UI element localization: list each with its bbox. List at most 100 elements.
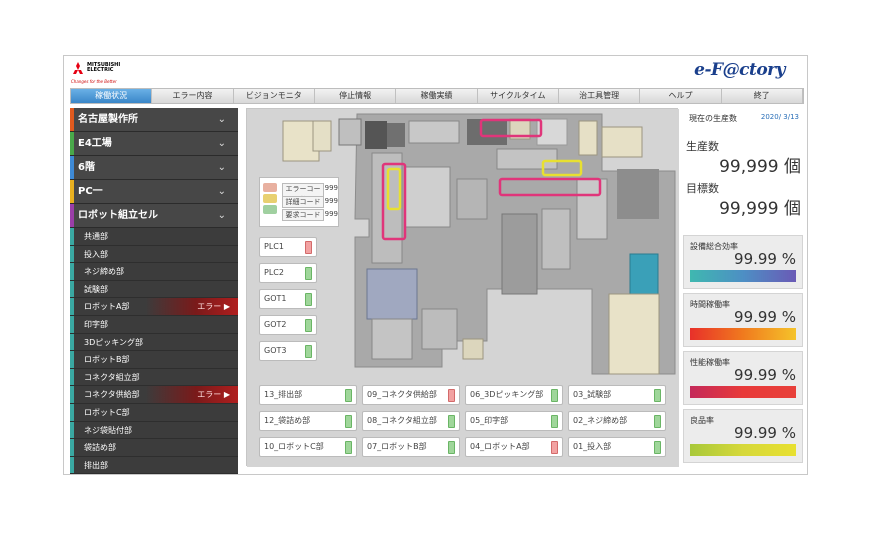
nav-tab[interactable]: 終了 <box>722 89 803 103</box>
controller-status[interactable]: GOT1 <box>259 289 317 309</box>
controller-status[interactable]: GOT3 <box>259 341 317 361</box>
item-label: ロボットA部 <box>84 302 130 312</box>
sidebar-item[interactable]: 袋詰め部 <box>70 439 238 457</box>
item-label: ネジ締め部 <box>84 267 124 277</box>
section-label: PC一 <box>78 186 103 197</box>
sidebar-item[interactable]: 試験部 <box>70 280 238 299</box>
cell-status[interactable]: 01_投入部 <box>568 437 666 457</box>
cell-status[interactable]: 13_排出部 <box>259 385 357 405</box>
section-color-bar <box>70 156 74 179</box>
cell-label: 09_コネクタ供給部 <box>367 390 437 399</box>
metric-label: 時間稼働率 <box>690 300 730 309</box>
section-color-bar <box>70 180 74 203</box>
cell-status[interactable]: 08_コネクタ組立部 <box>362 411 460 431</box>
sidebar-item[interactable]: ネジ締め部 <box>70 263 238 281</box>
sidebar-item[interactable]: コネクタ組立部 <box>70 368 238 387</box>
sidebar-item[interactable]: 投入部 <box>70 245 238 264</box>
nav-tab[interactable]: ヘルプ <box>640 89 722 103</box>
cell-status[interactable]: 06_3Dピッキング部 <box>465 385 563 405</box>
cell-label: 03_試験部 <box>573 390 612 399</box>
metric-box: 設備総合効率 99.99 % <box>683 235 803 289</box>
cell-label: 12_袋詰め部 <box>264 416 311 425</box>
item-color-bar <box>70 245 74 263</box>
sidebar-item[interactable]: 印字部 <box>70 315 238 334</box>
cell-status[interactable]: 12_袋詰め部 <box>259 411 357 431</box>
item-label: コネクタ組立部 <box>84 372 140 382</box>
cell-label: 02_ネジ締め部 <box>573 416 628 425</box>
item-label: ネジ袋貼付部 <box>84 425 132 435</box>
logo-line2: ELECTRIC <box>87 67 114 73</box>
status-led-icon <box>551 415 558 428</box>
error-code-panel: エラーコード999詳細コード999要求コード999 <box>259 177 339 227</box>
sidebar-item[interactable]: コネクタ供給部 エラー ▶ <box>70 386 238 404</box>
target-label: 目標数 <box>686 182 719 195</box>
sidebar-section[interactable]: PC一 ⌄ <box>70 180 238 204</box>
error-code-key: 詳細コード <box>282 196 324 208</box>
sidebar-section[interactable]: 名古屋製作所 ⌄ <box>70 108 238 132</box>
sidebar-item[interactable]: ロボットA部 エラー ▶ <box>70 298 238 316</box>
sidebar-section[interactable]: 6階 ⌄ <box>70 156 238 180</box>
item-label: 袋詰め部 <box>84 443 116 453</box>
status-led-icon <box>448 389 455 402</box>
production-date: 2020/ 3/13 <box>760 113 799 121</box>
nav-tab[interactable]: 停止情報 <box>315 89 397 103</box>
nav-tab[interactable]: エラー内容 <box>152 89 234 103</box>
status-led-icon <box>305 241 312 254</box>
triangle-right-icon: ▶ <box>223 302 230 312</box>
item-color-bar <box>70 456 74 474</box>
metric-box: 時間稼働率 99.99 % <box>683 293 803 347</box>
sidebar-item[interactable]: ロボットB部 <box>70 351 238 369</box>
cell-status[interactable]: 04_ロボットA部 <box>465 437 563 457</box>
status-led-icon <box>305 267 312 280</box>
chevron-down-icon: ⌄ <box>217 138 226 149</box>
nav-tab[interactable]: ビジョンモニタ <box>234 89 315 103</box>
production-count-box: 現在の生産数 2020/ 3/13 生産数 99,999 個 目標数 99,99… <box>683 108 803 230</box>
chevron-down-icon: ⌄ <box>217 114 226 125</box>
chevron-down-icon: ⌄ <box>217 186 226 197</box>
item-color-bar <box>70 263 74 280</box>
cell-status[interactable]: 05_印字部 <box>465 411 563 431</box>
sidebar-item[interactable]: ネジ袋貼付部 <box>70 421 238 440</box>
brand-logo: e-F@ctory <box>694 60 785 80</box>
error-label: エラー ▶ <box>197 298 230 315</box>
item-label: 試験部 <box>84 284 108 294</box>
chevron-down-icon: ⌄ <box>217 162 226 173</box>
cell-status[interactable]: 03_試験部 <box>568 385 666 405</box>
cell-label: 06_3Dピッキング部 <box>470 390 544 399</box>
metric-box: 性能稼働率 99.99 % <box>683 351 803 405</box>
section-label: 名古屋製作所 <box>78 114 138 125</box>
metric-gauge-bar <box>690 270 796 282</box>
cell-status[interactable]: 10_ロボットC部 <box>259 437 357 457</box>
cell-status[interactable]: 09_コネクタ供給部 <box>362 385 460 405</box>
status-led-icon <box>305 293 312 306</box>
cell-status[interactable]: 07_ロボットB部 <box>362 437 460 457</box>
sidebar-section[interactable]: E4工場 ⌄ <box>70 132 238 156</box>
sidebar-item[interactable]: 3Dピッキング部 <box>70 333 238 352</box>
production-title: 現在の生産数 <box>689 114 737 123</box>
controller-status[interactable]: GOT2 <box>259 315 317 335</box>
sidebar-item[interactable]: 共通部 <box>70 228 238 246</box>
status-led-icon <box>551 441 558 454</box>
three-diamonds-icon <box>73 62 83 74</box>
nav-tab[interactable]: 稼働実績 <box>396 89 478 103</box>
status-led-icon <box>654 441 661 454</box>
controller-status[interactable]: PLC1 <box>259 237 317 257</box>
main-nav: 稼働状況 エラー内容 ビジョンモニタ 停止情報 稼働実績 サイクルタイム 治工具管理 ヘルプ終… <box>70 88 804 104</box>
sidebar-section[interactable]: ロボット組立セル ⌄ <box>70 204 238 228</box>
nav-tab[interactable]: サイクルタイム <box>478 89 559 103</box>
item-label: 3Dピッキング部 <box>84 337 144 347</box>
target-value: 99,999 個 <box>719 199 801 219</box>
cell-status[interactable]: 02_ネジ締め部 <box>568 411 666 431</box>
status-led-icon <box>448 441 455 454</box>
metric-box: 良品率 99.99 % <box>683 409 803 463</box>
nav-tab[interactable]: 治工具管理 <box>559 89 641 103</box>
nav-tab[interactable]: 稼働状況 <box>71 89 153 103</box>
sidebar-item[interactable]: ロボットC部 <box>70 403 238 422</box>
sidebar-item[interactable]: 排出部 <box>70 456 238 474</box>
metric-label: 性能稼働率 <box>690 358 730 367</box>
section-label: E4工場 <box>78 138 112 149</box>
header: MITSUBISHI ELECTRIC Changes for the Bette… <box>64 56 807 86</box>
section-color-bar <box>70 132 74 155</box>
controller-status[interactable]: PLC2 <box>259 263 317 283</box>
status-led-icon <box>345 441 352 454</box>
